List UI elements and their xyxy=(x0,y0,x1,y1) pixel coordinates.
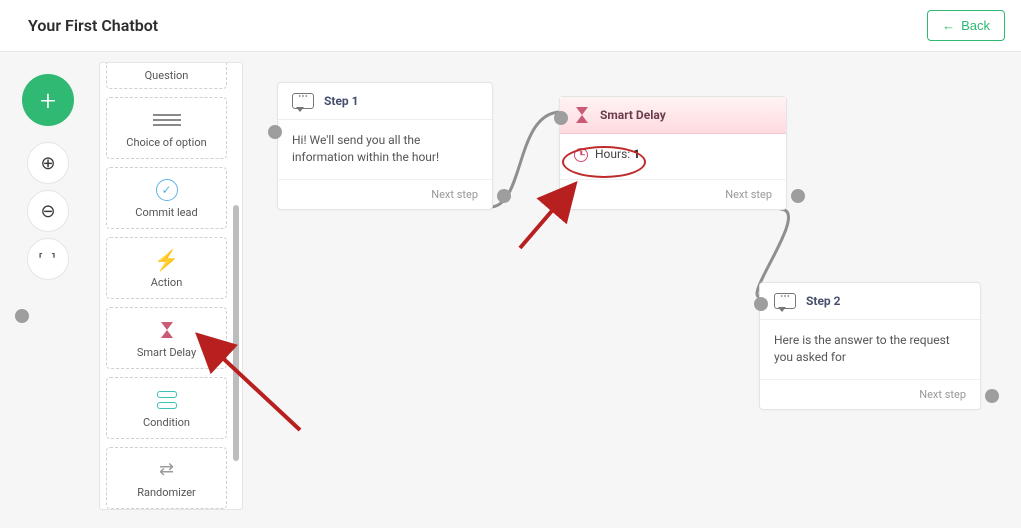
hourglass-icon xyxy=(574,107,590,123)
card-step1-in-port[interactable] xyxy=(268,125,282,139)
list-icon xyxy=(153,108,181,132)
card-step1-body: Hi! We'll send you all the information w… xyxy=(278,120,492,179)
card-smart-foot: Next step xyxy=(560,179,786,209)
card-step2-out-port[interactable] xyxy=(985,389,999,403)
message-icon xyxy=(774,293,796,309)
card-step1-head: Step 1 xyxy=(278,83,492,120)
hours-label: Hours: xyxy=(595,147,630,161)
card-smart-in-port[interactable] xyxy=(554,111,568,125)
card-step2-in-port[interactable] xyxy=(754,297,768,311)
node-palette: Question Choice of option ✓ Commit lead … xyxy=(99,62,243,510)
plus-outline-icon: ⊕ xyxy=(40,153,55,174)
palette-item-smart-delay[interactable]: Smart Delay xyxy=(106,307,227,369)
card-title: Step 2 xyxy=(806,294,841,308)
card-title: Smart Delay xyxy=(600,108,666,122)
back-label: Back xyxy=(961,18,990,33)
arrow-left-icon: ← xyxy=(942,18,955,33)
clock-icon xyxy=(574,148,588,162)
hours-row: Hours: 1 xyxy=(574,146,640,163)
palette-label: Randomizer xyxy=(137,486,196,499)
card-step1-out-port[interactable] xyxy=(497,189,511,203)
back-button[interactable]: ← Back xyxy=(927,10,1005,41)
plus-icon: + xyxy=(40,84,56,117)
minus-outline-icon: ⊖ xyxy=(40,201,55,222)
condition-icon xyxy=(157,388,177,412)
palette-label: Condition xyxy=(143,416,190,429)
card-step2-body: Here is the answer to the request you as… xyxy=(760,320,980,379)
palette-item-action[interactable]: ⚡ Action xyxy=(106,237,227,299)
palette-label: Smart Delay xyxy=(137,346,196,359)
palette-label: Question xyxy=(145,69,189,82)
check-circle-icon: ✓ xyxy=(156,178,178,202)
next-step-label: Next step xyxy=(919,388,966,401)
palette-label: Action xyxy=(151,276,183,289)
palette-item-randomizer[interactable]: ⇄ Randomizer xyxy=(106,447,227,509)
palette-item-condition[interactable]: Condition xyxy=(106,377,227,439)
message-icon xyxy=(292,93,314,109)
hours-value: 1 xyxy=(633,147,640,161)
palette-scrollbar-thumb[interactable] xyxy=(233,205,239,461)
next-step-label: Next step xyxy=(725,188,772,201)
card-step1-foot: Next step xyxy=(278,179,492,209)
palette-item-commit-lead[interactable]: ✓ Commit lead xyxy=(106,167,227,229)
shuffle-icon: ⇄ xyxy=(159,458,174,482)
fit-icon: ⸢ ⸣ xyxy=(38,252,57,267)
hourglass-icon xyxy=(159,318,175,342)
card-smart-out-port[interactable] xyxy=(791,189,805,203)
next-step-label: Next step xyxy=(431,188,478,201)
zoom-in-button[interactable]: ⊕ xyxy=(27,142,69,184)
palette-item-question[interactable]: Question xyxy=(106,63,227,89)
zoom-out-button[interactable]: ⊖ xyxy=(27,190,69,232)
header: Your First Chatbot ← Back xyxy=(0,0,1021,52)
fit-view-button[interactable]: ⸢ ⸣ xyxy=(27,238,69,280)
card-step2-head: Step 2 xyxy=(760,283,980,320)
card-smart-body: Hours: 1 xyxy=(560,134,786,179)
palette-label: Commit lead xyxy=(135,206,197,219)
card-smart-head: Smart Delay xyxy=(560,97,786,134)
palette-item-choice[interactable]: Choice of option xyxy=(106,97,227,159)
add-node-button[interactable]: + xyxy=(22,74,74,126)
canvas-edge-handle[interactable] xyxy=(15,309,29,323)
page-title: Your First Chatbot xyxy=(28,16,158,35)
palette-label: Choice of option xyxy=(126,136,206,149)
card-step1[interactable]: Step 1 Hi! We'll send you all the inform… xyxy=(277,82,493,210)
card-smart-delay[interactable]: Smart Delay Hours: 1 Next step xyxy=(559,96,787,210)
card-step2-foot: Next step xyxy=(760,379,980,409)
flow-canvas[interactable]: + ⊕ ⊖ ⸢ ⸣ Question Choice of option ✓ Co… xyxy=(0,52,1021,528)
card-title: Step 1 xyxy=(324,94,359,108)
bolt-icon: ⚡ xyxy=(154,248,179,272)
card-step2[interactable]: Step 2 Here is the answer to the request… xyxy=(759,282,981,410)
